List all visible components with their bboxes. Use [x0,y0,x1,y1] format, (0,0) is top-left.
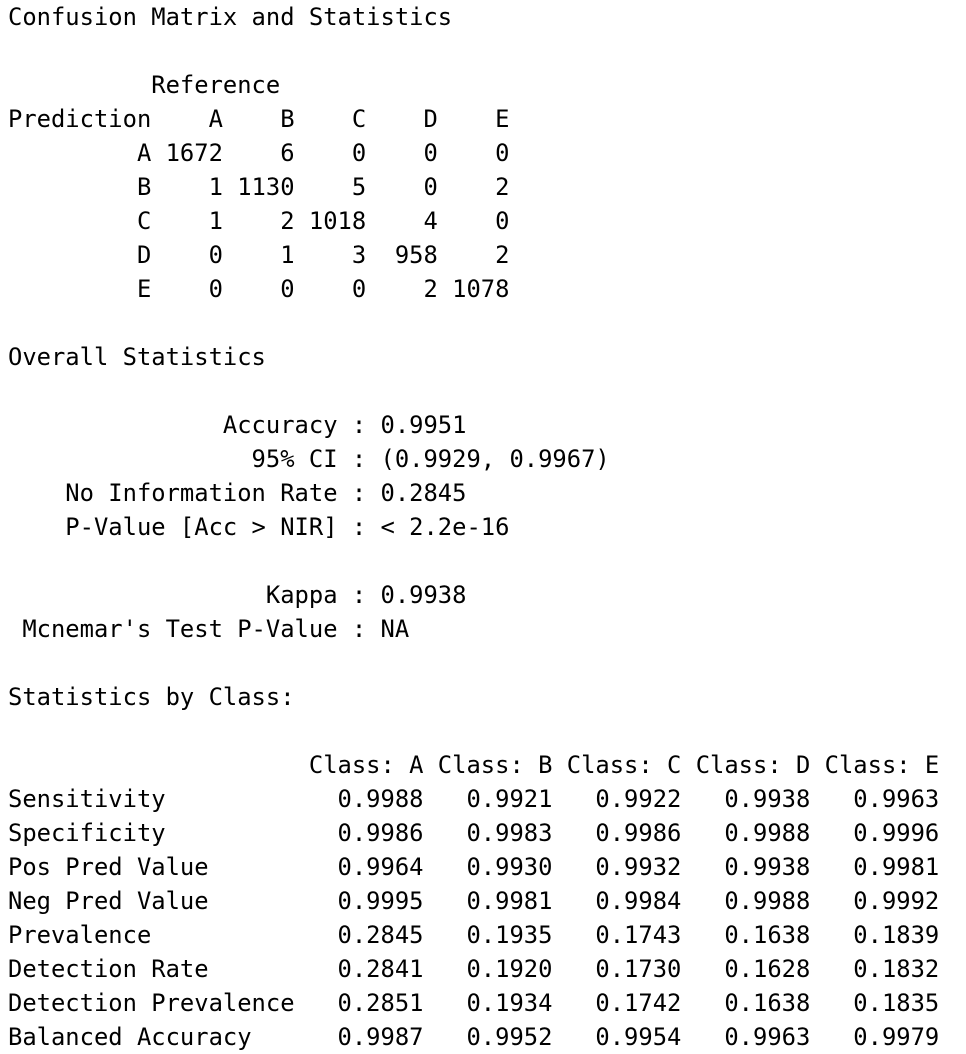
kappa-line: Kappa : 0.9938 [8,581,467,609]
confidence-interval-line: 95% CI : (0.9929, 0.9967) [8,445,610,473]
matrix-column-header: Prediction A B C D E [8,105,510,133]
matrix-row-d: D 0 1 3 958 2 [8,241,510,269]
detection-prevalence-row: Detection Prevalence 0.2851 0.1934 0.174… [8,989,940,1017]
pos-pred-value-row: Pos Pred Value 0.9964 0.9930 0.9932 0.99… [8,853,940,881]
console-output: Confusion Matrix and Statistics Referenc… [8,0,958,1054]
matrix-row-c: C 1 2 1018 4 0 [8,207,510,235]
matrix-row-e: E 0 0 0 2 1078 [8,275,510,303]
matrix-row-a: A 1672 6 0 0 0 [8,139,510,167]
sensitivity-row: Sensitivity 0.9988 0.9921 0.9922 0.9938 … [8,785,940,813]
detection-rate-row: Detection Rate 0.2841 0.1920 0.1730 0.16… [8,955,940,983]
matrix-row-b: B 1 1130 5 0 2 [8,173,510,201]
neg-pred-value-row: Neg Pred Value 0.9995 0.9981 0.9984 0.99… [8,887,940,915]
mcnemar-p-value-line: Mcnemar's Test P-Value : NA [8,615,410,643]
no-information-rate-line: No Information Rate : 0.2845 [8,479,467,507]
accuracy-line: Accuracy : 0.9951 [8,411,467,439]
output-title: Confusion Matrix and Statistics [8,3,453,31]
statistics-by-class-heading: Statistics by Class: [8,683,295,711]
class-column-header: Class: A Class: B Class: C Class: D Clas… [8,751,940,779]
matrix-reference-header: Reference [8,71,281,99]
balanced-accuracy-row: Balanced Accuracy 0.9987 0.9952 0.9954 0… [8,1023,940,1051]
specificity-row: Specificity 0.9986 0.9983 0.9986 0.9988 … [8,819,940,847]
prevalence-row: Prevalence 0.2845 0.1935 0.1743 0.1638 0… [8,921,940,949]
overall-statistics-heading: Overall Statistics [8,343,266,371]
p-value-line: P-Value [Acc > NIR] : < 2.2e-16 [8,513,510,541]
